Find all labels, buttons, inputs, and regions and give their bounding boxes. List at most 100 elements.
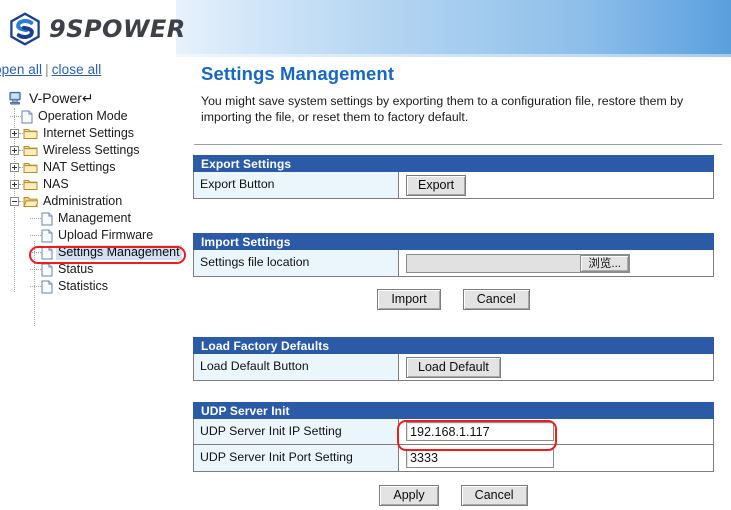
expand-toggle-icon[interactable] bbox=[10, 180, 19, 189]
page-icon bbox=[41, 212, 53, 226]
section-heading: Export Settings bbox=[193, 155, 714, 172]
expand-toggle-icon[interactable] bbox=[10, 146, 19, 155]
page-icon bbox=[21, 110, 33, 124]
table-row: Load Default Button Load Default bbox=[194, 354, 713, 380]
section-import-settings: Import Settings Settings file location 浏… bbox=[193, 233, 714, 277]
tree-item-nat-settings[interactable]: NAT Settings bbox=[0, 159, 190, 176]
section-heading: Import Settings bbox=[193, 233, 714, 250]
content-divider bbox=[194, 144, 722, 146]
computer-icon bbox=[8, 90, 23, 106]
brand-wordmark: 9SPOWER bbox=[49, 17, 193, 42]
import-button[interactable]: Import bbox=[377, 289, 440, 310]
section-body: Settings file location 浏览... bbox=[193, 250, 714, 277]
tree-connector bbox=[10, 116, 21, 117]
page-icon bbox=[41, 246, 53, 260]
section-export-settings: Export Settings Export Button Export bbox=[193, 155, 714, 199]
open-all-link[interactable]: open all bbox=[0, 62, 42, 77]
tree-item-v-power[interactable]: V-Power↵ bbox=[0, 88, 190, 108]
page-icon bbox=[41, 263, 53, 277]
tree-item-label: NAS bbox=[41, 177, 71, 192]
settings-file-path-field[interactable] bbox=[407, 255, 580, 272]
tree-connector bbox=[30, 286, 41, 287]
folder-icon bbox=[23, 127, 38, 140]
tree-item-nas[interactable]: NAS bbox=[0, 176, 190, 193]
folder-icon bbox=[23, 178, 38, 191]
tree-item-management[interactable]: Management bbox=[0, 210, 190, 227]
tree-item-wireless-settings[interactable]: Wireless Settings bbox=[0, 142, 190, 159]
udp-port-label: UDP Server Init Port Setting bbox=[194, 445, 399, 471]
browse-button[interactable]: 浏览... bbox=[580, 255, 629, 272]
export-button-cell: Export bbox=[399, 172, 713, 198]
section-heading: Load Factory Defaults bbox=[193, 337, 714, 354]
tree-item-label: Operation Mode bbox=[36, 109, 130, 124]
settings-file-input[interactable]: 浏览... bbox=[406, 254, 630, 273]
hexagon-s-logo-icon bbox=[8, 12, 42, 46]
section-heading: UDP Server Init bbox=[193, 402, 714, 419]
udp-action-bar: Apply Cancel bbox=[193, 485, 714, 506]
apply-button[interactable]: Apply bbox=[379, 485, 438, 506]
folder-open-icon bbox=[23, 195, 38, 208]
sidebar-tree-panel: open all|close all V-Power↵ bbox=[0, 57, 190, 510]
collapse-toggle-icon[interactable] bbox=[10, 197, 19, 206]
udp-port-input[interactable] bbox=[406, 449, 554, 468]
tree-item-operation-mode[interactable]: Operation Mode bbox=[0, 108, 190, 125]
export-button[interactable]: Export bbox=[406, 175, 466, 196]
tree-item-label: Administration bbox=[41, 194, 124, 209]
section-load-factory-defaults: Load Factory Defaults Load Default Butto… bbox=[193, 337, 714, 381]
page-icon bbox=[41, 229, 53, 243]
tree-item-label: Wireless Settings bbox=[41, 143, 142, 158]
tree-item-upload-firmware[interactable]: Upload Firmware bbox=[0, 227, 190, 244]
main-content: Settings Management You might save syste… bbox=[190, 57, 731, 510]
close-all-link[interactable]: close all bbox=[52, 62, 102, 77]
page-title: Settings Management bbox=[201, 63, 394, 85]
table-row: UDP Server Init Port Setting bbox=[194, 445, 713, 471]
tree-item-label: NAT Settings bbox=[41, 160, 118, 175]
table-row: UDP Server Init IP Setting bbox=[194, 419, 713, 445]
expand-toggle-icon[interactable] bbox=[10, 163, 19, 172]
tree-item-administration[interactable]: Administration bbox=[0, 193, 190, 210]
section-body: Export Button Export bbox=[193, 172, 714, 199]
udp-cancel-button[interactable]: Cancel bbox=[461, 485, 528, 506]
tree-item-label: V-Power↵ bbox=[23, 91, 96, 106]
udp-ip-label: UDP Server Init IP Setting bbox=[194, 419, 399, 444]
links-separator: | bbox=[42, 62, 52, 77]
section-body: Load Default Button Load Default bbox=[193, 354, 714, 381]
folder-icon bbox=[23, 161, 38, 174]
udp-ip-input[interactable] bbox=[406, 422, 554, 441]
svg-text:9SPOWER: 9SPOWER bbox=[49, 17, 186, 42]
section-udp-server-init: UDP Server Init UDP Server Init IP Setti… bbox=[193, 402, 714, 472]
tree-connector bbox=[30, 235, 41, 236]
tree-item-internet-settings[interactable]: Internet Settings bbox=[0, 125, 190, 142]
load-default-button-label: Load Default Button bbox=[194, 354, 399, 380]
page-header: 9SPOWER bbox=[0, 0, 731, 57]
tree-connector bbox=[30, 269, 41, 270]
tree-item-label: Upload Firmware bbox=[56, 228, 155, 243]
import-cancel-button[interactable]: Cancel bbox=[463, 289, 530, 310]
page-description: You might save system settings by export… bbox=[201, 93, 719, 125]
section-body: UDP Server Init IP Setting UDP Server In… bbox=[193, 419, 714, 472]
load-default-button[interactable]: Load Default bbox=[406, 357, 501, 378]
tree-connector bbox=[30, 218, 41, 219]
tree-expand-links: open all|close all bbox=[0, 62, 101, 77]
folder-icon bbox=[23, 144, 38, 157]
tree-connector bbox=[30, 252, 41, 253]
navigation-tree: V-Power↵ Operation Mode Internet bbox=[0, 88, 190, 295]
tree-item-label: Statistics bbox=[56, 279, 110, 294]
header-banner-gradient bbox=[173, 0, 731, 57]
tree-item-statistics[interactable]: Statistics bbox=[0, 278, 190, 295]
brand-logo[interactable]: 9SPOWER bbox=[8, 12, 193, 46]
udp-ip-cell bbox=[399, 419, 713, 444]
table-row: Settings file location 浏览... bbox=[194, 250, 713, 276]
tree-item-settings-management[interactable]: Settings Management bbox=[0, 244, 190, 261]
settings-file-location-cell: 浏览... bbox=[399, 250, 713, 276]
load-default-button-cell: Load Default bbox=[399, 354, 713, 380]
export-button-label: Export Button bbox=[194, 172, 399, 198]
page-root: 9SPOWER open all|close all V-Power↵ bbox=[0, 0, 731, 510]
table-row: Export Button Export bbox=[194, 172, 713, 198]
expand-toggle-icon[interactable] bbox=[10, 129, 19, 138]
tree-item-status[interactable]: Status bbox=[0, 261, 190, 278]
tree-item-label: Status bbox=[56, 262, 95, 277]
page-icon bbox=[41, 280, 53, 294]
tree-item-label: Internet Settings bbox=[41, 126, 136, 141]
tree-item-label: Management bbox=[56, 211, 133, 226]
